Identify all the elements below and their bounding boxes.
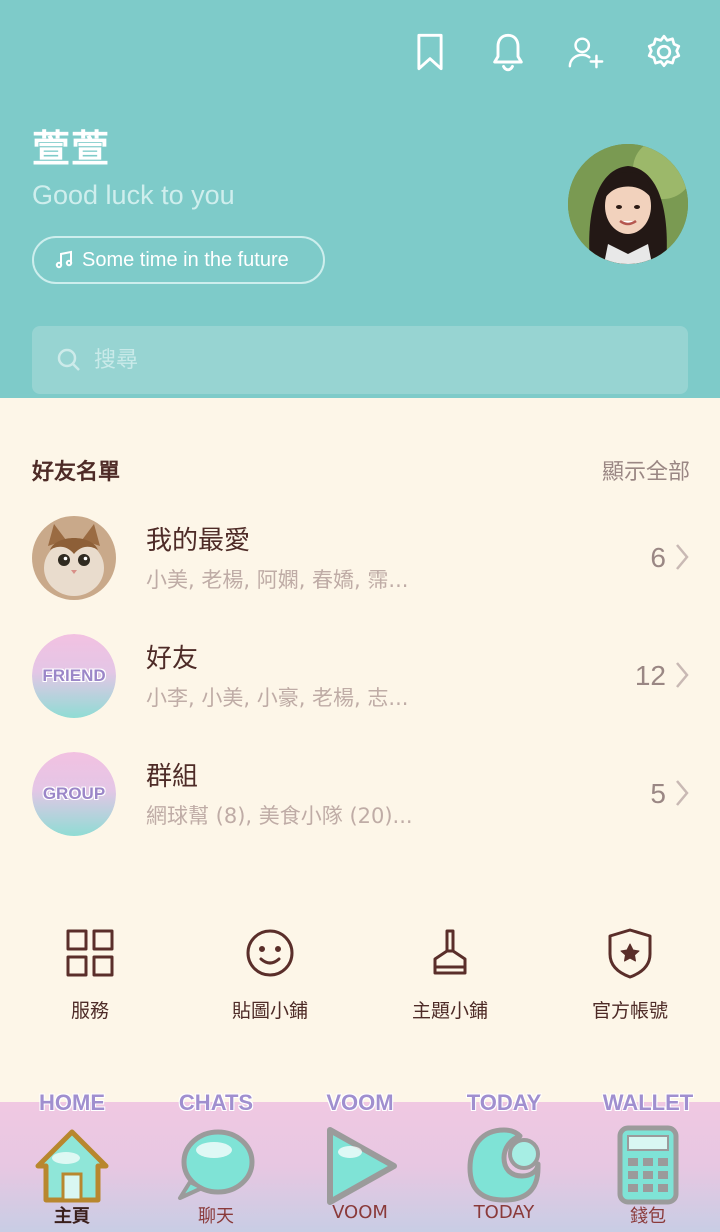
brush-icon (433, 929, 467, 975)
row-members: 小美, 老楊, 阿嫻, 春嬌, 霈... (146, 568, 409, 592)
row-count: 6 (650, 542, 666, 573)
nav-today[interactable]: TODAY TODAY (432, 1090, 576, 1232)
nav-label: 錢包 (630, 1206, 666, 1227)
profile-music-button[interactable]: Some time in the future (32, 236, 325, 284)
home-icon (35, 1129, 109, 1203)
shortcut-official-accounts[interactable]: 官方帳號 (540, 926, 720, 1023)
chat-bubble-icon (178, 1129, 255, 1200)
top-toolbar (410, 30, 684, 74)
bottom-navigation: HOME 主頁 CHATS 聊天 VOOM VOOM TODAY TODAY W… (0, 1090, 720, 1232)
search-icon (57, 348, 80, 371)
show-all-link[interactable]: 顯示全部 (602, 454, 690, 486)
chevron-right-icon (674, 660, 690, 690)
row-count: 12 (634, 660, 666, 691)
profile-avatar[interactable] (568, 144, 688, 264)
group-badge-avatar: GROUP (32, 752, 116, 836)
nav-label: TODAY (473, 1202, 535, 1223)
shortcut-services[interactable]: 服務 (0, 926, 180, 1023)
friend-list-title: 好友名單 (32, 460, 121, 485)
nav-wallet[interactable]: WALLET 錢包 (576, 1090, 720, 1232)
settings-gear-icon[interactable] (644, 30, 684, 74)
friend-row-favorites[interactable]: 我的最愛 小美, 老楊, 阿嫻, 春嬌, 霈... 6 (0, 516, 720, 616)
profile-header: 萱萱 Good luck to you Some time in the fut… (0, 0, 720, 398)
nav-en-label: VOOM (326, 1090, 394, 1115)
chevron-right-icon (674, 778, 690, 808)
row-name: 我的最愛 (146, 526, 251, 556)
row-members: 小李, 小美, 小豪, 老楊, 志... (146, 686, 409, 710)
row-count: 5 (650, 778, 666, 809)
profile-name[interactable]: 萱萱 (32, 118, 110, 173)
shortcut-label: 官方帳號 (591, 1000, 668, 1022)
play-icon (327, 1127, 397, 1205)
row-name: 好友 (146, 644, 199, 674)
nav-label: 聊天 (198, 1206, 234, 1227)
badge-text: FRIEND (42, 666, 106, 685)
bell-icon[interactable] (488, 30, 528, 74)
shield-star-icon (608, 928, 652, 979)
nav-voom[interactable]: VOOM VOOM (288, 1090, 432, 1232)
friend-badge-avatar: FRIEND (32, 634, 116, 718)
nav-en-label: HOME (39, 1090, 105, 1115)
friend-row-friends[interactable]: FRIEND 好友 小李, 小美, 小豪, 老楊, 志... 12 (0, 634, 720, 734)
badge-text: GROUP (42, 784, 106, 803)
friend-row-groups[interactable]: GROUP 群組 網球幫 (8), 美食小隊 (20)... 5 (0, 752, 720, 852)
shortcut-label: 服務 (70, 1000, 109, 1022)
nav-label: VOOM (332, 1202, 388, 1223)
nav-en-label: CHATS (178, 1090, 254, 1115)
smiley-icon (246, 929, 294, 977)
chevron-right-icon (674, 542, 690, 572)
music-title: Some time in the future (82, 248, 289, 271)
shortcut-label: 貼圖小鋪 (231, 1000, 308, 1022)
nav-en-label: WALLET (602, 1090, 694, 1115)
music-note-icon (55, 250, 73, 269)
nav-chats[interactable]: CHATS 聊天 (144, 1090, 288, 1232)
nav-en-label: TODAY (466, 1090, 542, 1115)
today-icon (467, 1127, 541, 1203)
status-message[interactable]: Good luck to you (32, 180, 235, 211)
search-bar[interactable] (32, 326, 688, 394)
search-input[interactable] (94, 347, 654, 373)
row-members: 網球幫 (8), 美食小隊 (20)... (146, 804, 413, 828)
shortcut-sticker-shop[interactable]: 貼圖小鋪 (180, 926, 360, 1023)
bookmark-icon[interactable] (410, 30, 450, 74)
nav-home[interactable]: HOME 主頁 (0, 1090, 144, 1232)
calculator-icon (617, 1125, 679, 1205)
add-friend-icon[interactable] (566, 30, 606, 74)
shortcut-label: 主題小鋪 (411, 1000, 488, 1022)
grid-icon (66, 929, 114, 977)
row-name: 群組 (146, 762, 199, 792)
cat-avatar (32, 516, 116, 600)
shortcut-theme-shop[interactable]: 主題小鋪 (360, 926, 540, 1023)
nav-label: 主頁 (54, 1206, 90, 1227)
